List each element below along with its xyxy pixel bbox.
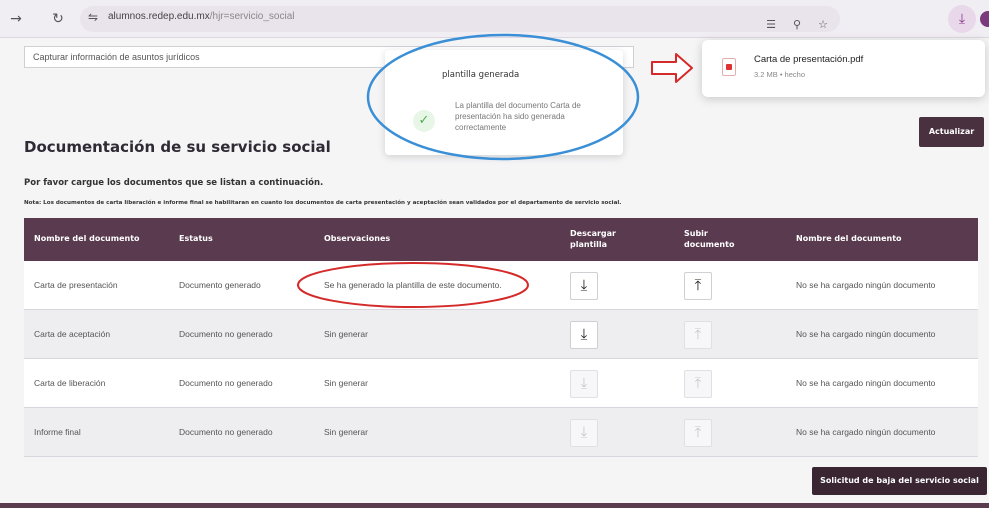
cell-status: Documento no generado (179, 426, 273, 437)
upload-document-button: ⤒ (684, 369, 712, 398)
download-icon: ⤓ (580, 325, 588, 343)
table-header: Nombre del documento Estatus Observacion… (24, 218, 978, 261)
cell-upload: ⤒ (684, 310, 744, 359)
footer-bar (0, 503, 989, 508)
header-download-template: Descargar plantilla (570, 229, 616, 249)
browser-toolbar: → ↻ ⇋ alumnos.redep.edu.mx/hjr=servicio_… (0, 0, 989, 38)
download-meta: 3.2 MB • hecho (754, 70, 805, 79)
table-row: Carta de aceptación Documento no generad… (24, 310, 978, 359)
cell-observations: Sin generar (324, 426, 368, 437)
download-template-button[interactable]: ⤓ (570, 320, 598, 349)
download-template-button: ⤓ (570, 369, 598, 398)
instructions-text: Por favor cargue los documentos que se l… (24, 178, 324, 188)
star-icon[interactable]: ☆ (814, 16, 832, 34)
tune-icon[interactable]: ⇋ (88, 10, 98, 24)
header-upload-document: Subir documento (684, 229, 735, 249)
url-path: /hjr=servicio_social (209, 11, 295, 22)
header-status: Estatus (179, 234, 213, 244)
page-title: Documentación de su servicio social (24, 138, 331, 156)
translate-icon[interactable]: ☰ (762, 16, 780, 34)
cell-document-name: Carta de presentación (34, 279, 118, 290)
download-filename[interactable]: Carta de presentación.pdf (754, 54, 863, 65)
upload-icon: ⤒ (694, 325, 702, 343)
cell-download: ⤓ (570, 310, 630, 359)
url-host: alumnos.redep.edu.mx (108, 11, 210, 22)
reload-icon[interactable]: ↻ (48, 9, 68, 29)
cell-observations: Se ha generado la plantilla de este docu… (324, 279, 502, 290)
note-text: Nota: Los documentos de carta liberación… (24, 200, 622, 206)
url-text: alumnos.redep.edu.mx/hjr=servicio_social (108, 11, 295, 22)
upload-document-button: ⤒ (684, 320, 712, 349)
cell-status: Documento generado (179, 279, 261, 290)
update-button[interactable]: Actualizar (919, 117, 984, 147)
header-document-name: Nombre del documento (34, 234, 140, 244)
upload-icon: ⤒ (694, 276, 702, 294)
back-icon[interactable]: → (6, 9, 26, 29)
cell-document-name: Carta de aceptación (34, 328, 111, 339)
toast-message: La plantilla del documento Carta de pres… (455, 101, 581, 133)
download-template-button[interactable]: ⤓ (570, 271, 598, 300)
header-file-name: Nombre del documento (796, 234, 902, 244)
pdf-file-icon (722, 58, 736, 76)
zoom-icon[interactable]: ⚲ (788, 16, 806, 34)
upload-icon: ⤒ (694, 423, 702, 441)
header-observations: Observaciones (324, 234, 391, 244)
cell-file-name: No se ha cargado ningún documento (796, 328, 936, 339)
toast-title: plantilla generada (442, 70, 520, 80)
cell-upload: ⤒ (684, 408, 744, 457)
cell-observations: Sin generar (324, 377, 368, 388)
cell-status: Documento no generado (179, 377, 273, 388)
download-popup[interactable]: Carta de presentación.pdf 3.2 MB • hecho (702, 40, 985, 97)
check-icon: ✓ (413, 110, 435, 132)
cell-download: ⤓ (570, 359, 630, 408)
success-toast: plantilla generada ✓ La plantilla del do… (385, 50, 623, 155)
download-icon: ⤓ (580, 276, 588, 294)
profile-icon[interactable] (980, 11, 989, 27)
cell-upload: ⤒ (684, 261, 744, 310)
cell-upload: ⤒ (684, 359, 744, 408)
withdraw-request-button[interactable]: Solicitud de baja del servicio social (812, 467, 987, 495)
cell-download: ⤓ (570, 408, 630, 457)
cell-file-name: No se ha cargado ningún documento (796, 426, 936, 437)
upload-document-button: ⤒ (684, 418, 712, 447)
cell-status: Documento no generado (179, 328, 273, 339)
upload-document-button[interactable]: ⤒ (684, 271, 712, 300)
cell-file-name: No se ha cargado ningún documento (796, 279, 936, 290)
documents-table: Nombre del documento Estatus Observacion… (24, 218, 978, 457)
table-row: Carta de presentación Documento generado… (24, 261, 978, 310)
download-icon[interactable]: ⤓ (948, 5, 976, 33)
cell-file-name: No se ha cargado ningún documento (796, 377, 936, 388)
address-bar[interactable]: ⇋ alumnos.redep.edu.mx/hjr=servicio_soci… (80, 6, 840, 32)
download-template-button: ⤓ (570, 418, 598, 447)
upload-icon: ⤒ (694, 374, 702, 392)
table-row: Carta de liberación Documento no generad… (24, 359, 978, 408)
red-arrow-icon (651, 53, 693, 83)
download-icon: ⤓ (580, 423, 588, 441)
table-row: Informe final Documento no generado Sin … (24, 408, 978, 457)
cell-document-name: Carta de liberación (34, 377, 106, 388)
cell-document-name: Informe final (34, 426, 81, 437)
cell-download: ⤓ (570, 261, 630, 310)
cell-observations: Sin generar (324, 328, 368, 339)
download-icon: ⤓ (580, 374, 588, 392)
